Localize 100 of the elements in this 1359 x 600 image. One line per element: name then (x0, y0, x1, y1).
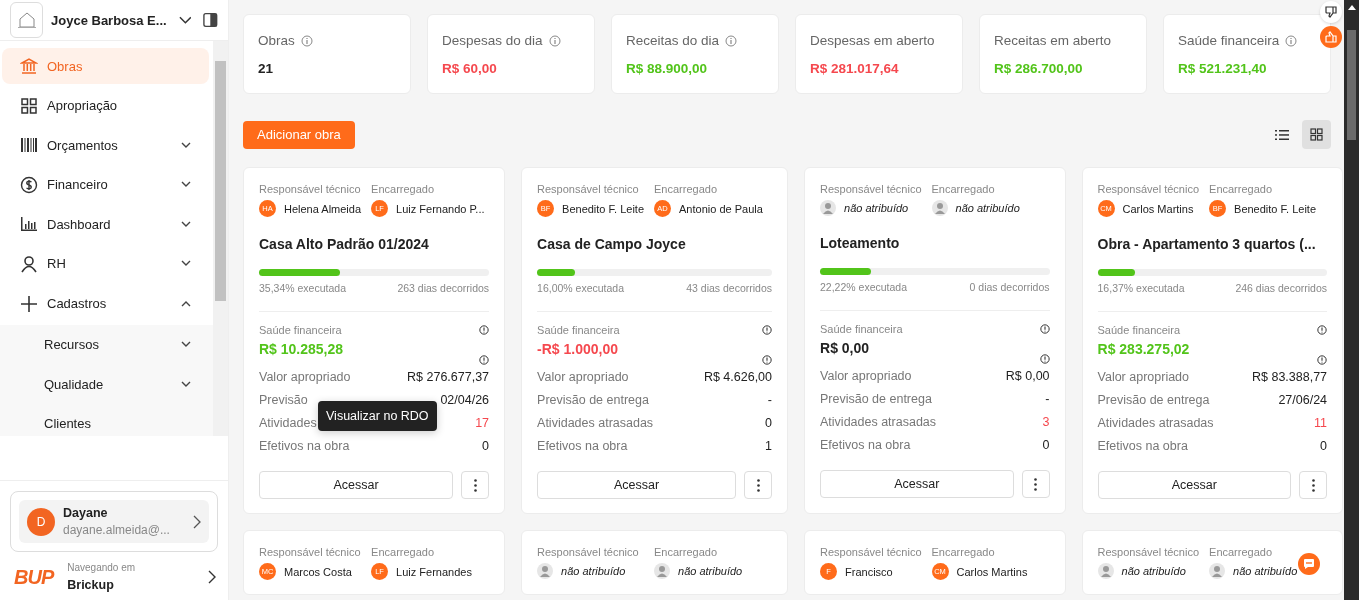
field-label: Atividades atrasadas (1097, 415, 1214, 430)
field-label: Encarregado (371, 546, 436, 558)
info-icon[interactable] (479, 355, 490, 365)
stat-value: R$ 60,00 (442, 61, 498, 76)
field-label: Encarregado (371, 183, 436, 195)
user-avatar: D (27, 507, 55, 536)
bank-icon (20, 57, 38, 75)
field-label: Saúde financeira (537, 324, 620, 336)
info-icon[interactable] (725, 34, 738, 47)
bar-chart-icon (20, 215, 38, 234)
field-label: Responsável técnico (259, 183, 362, 195)
scrollbar[interactable] (213, 41, 228, 436)
sidebar-toggle-icon[interactable] (203, 12, 218, 28)
info-icon[interactable] (762, 325, 772, 335)
stat-value: R$ 281.017,64 (810, 61, 900, 76)
more-options-button[interactable] (461, 471, 490, 499)
info-icon[interactable] (479, 325, 490, 335)
field-label: Responsável técnico (820, 546, 922, 558)
info-icon[interactable] (1039, 324, 1050, 334)
open-button[interactable]: Acessar (1097, 471, 1292, 499)
more-options-button[interactable] (1299, 471, 1328, 499)
stat-value: R$ 286.700,00 (994, 61, 1084, 76)
field-label: Encarregado (1209, 546, 1274, 558)
tooltip: Visualizar no RDO (318, 401, 437, 431)
field-value: 0 (765, 415, 772, 430)
field-value: 0 (482, 438, 490, 453)
field-value: - (1045, 391, 1050, 406)
nav-item[interactable]: Orçamentos (2, 127, 209, 164)
info-icon[interactable] (1039, 354, 1050, 364)
thumbs-up-icon (1325, 31, 1337, 43)
stat-value: 21 (258, 61, 275, 76)
nav-item[interactable]: Cadastros (2, 285, 209, 322)
more-options-button[interactable] (744, 471, 772, 499)
open-button[interactable]: Acessar (537, 471, 736, 499)
scrollbar-thumb[interactable] (1347, 30, 1356, 140)
workspace-switcher[interactable]: BUP Navegando em Brickup (10, 552, 218, 592)
nav-subitem[interactable]: Clientes (0, 404, 213, 436)
open-button[interactable]: Acessar (820, 470, 1014, 498)
person-name: não atribuído (1233, 565, 1298, 577)
nav-item[interactable]: RH (2, 245, 209, 282)
info-icon[interactable] (762, 355, 772, 365)
info-icon[interactable] (300, 34, 313, 47)
nav-item[interactable]: Dashboard (2, 206, 209, 243)
user-name: Dayane (63, 506, 109, 520)
workspace-caption: Navegando em (67, 562, 137, 573)
stat-label: Receitas do dia (626, 33, 720, 48)
field-label: Responsável técnico (537, 183, 640, 195)
chevron-up-icon (181, 300, 191, 308)
field-value: 0 (1042, 437, 1050, 452)
field-label: Encarregado (931, 183, 996, 195)
person-name: Marcos Costa (284, 565, 352, 578)
chevron-down-icon (181, 141, 191, 149)
open-button[interactable]: Acessar (259, 471, 454, 499)
info-icon[interactable] (548, 34, 561, 47)
workspace-name: Brickup (67, 578, 115, 592)
info-icon[interactable] (1285, 34, 1298, 47)
person-name: Benedito F. Leite (562, 202, 644, 215)
brand-logo: BUP (14, 565, 54, 589)
plus-icon (20, 294, 38, 313)
field-value: R$ 4.626,00 (703, 369, 772, 384)
more-options-button[interactable] (1021, 470, 1050, 498)
chevron-down-icon (181, 260, 191, 268)
field-value: 27/06/24 (1278, 392, 1328, 407)
barcode-icon (20, 136, 38, 155)
chevron-down-icon (181, 181, 191, 189)
project-title: Casa Alto Padrão 01/2024 (259, 236, 430, 252)
field-label: Saúde financeira (1097, 324, 1181, 336)
thumbs-up-button[interactable] (1320, 26, 1342, 48)
company-logo[interactable] (10, 2, 43, 38)
field-label: Previsão (259, 392, 308, 407)
person-name: Francisco (845, 565, 893, 578)
scrollbar-thumb[interactable] (215, 61, 226, 301)
chevron-down-icon[interactable] (178, 15, 192, 25)
person-icon (20, 254, 38, 273)
field-label: Encarregado (654, 183, 718, 195)
field-value: 3 (1042, 414, 1050, 429)
field-value: 17 (475, 415, 490, 430)
thumbs-down-button[interactable] (1320, 1, 1342, 23)
project-title: Loteamento (820, 235, 901, 251)
user-email: dayane.almeida@... (63, 523, 171, 537)
dollar-icon (20, 175, 38, 194)
nav-subitem[interactable]: Recursos (0, 325, 213, 365)
nav-item[interactable]: Financeiro (2, 166, 209, 203)
company-name[interactable]: Joyce Barbosa E... (51, 12, 167, 28)
grid-view-button[interactable] (1302, 120, 1331, 149)
scrollbar[interactable] (1344, 0, 1359, 600)
user-card[interactable]: D Dayane dayane.almeida@... (19, 500, 209, 543)
nav-subitem[interactable]: Qualidade (0, 364, 213, 405)
info-icon[interactable] (1317, 355, 1328, 365)
chevron-right-icon (208, 570, 216, 584)
field-label: Previsão de entrega (537, 392, 649, 407)
person-name: não atribuído (678, 565, 743, 577)
info-icon[interactable] (1317, 325, 1328, 335)
person-name: Carlos Martins (1122, 202, 1194, 215)
scroll-up-icon[interactable] (1347, 4, 1356, 10)
stat-label: Receitas em aberto (994, 33, 1112, 48)
nav-item[interactable]: Apropriação (2, 87, 209, 124)
stat-value: R$ 88.900,00 (626, 61, 709, 76)
stat-label: Despesas em aberto (810, 33, 935, 48)
more-vertical-icon (1034, 477, 1038, 491)
